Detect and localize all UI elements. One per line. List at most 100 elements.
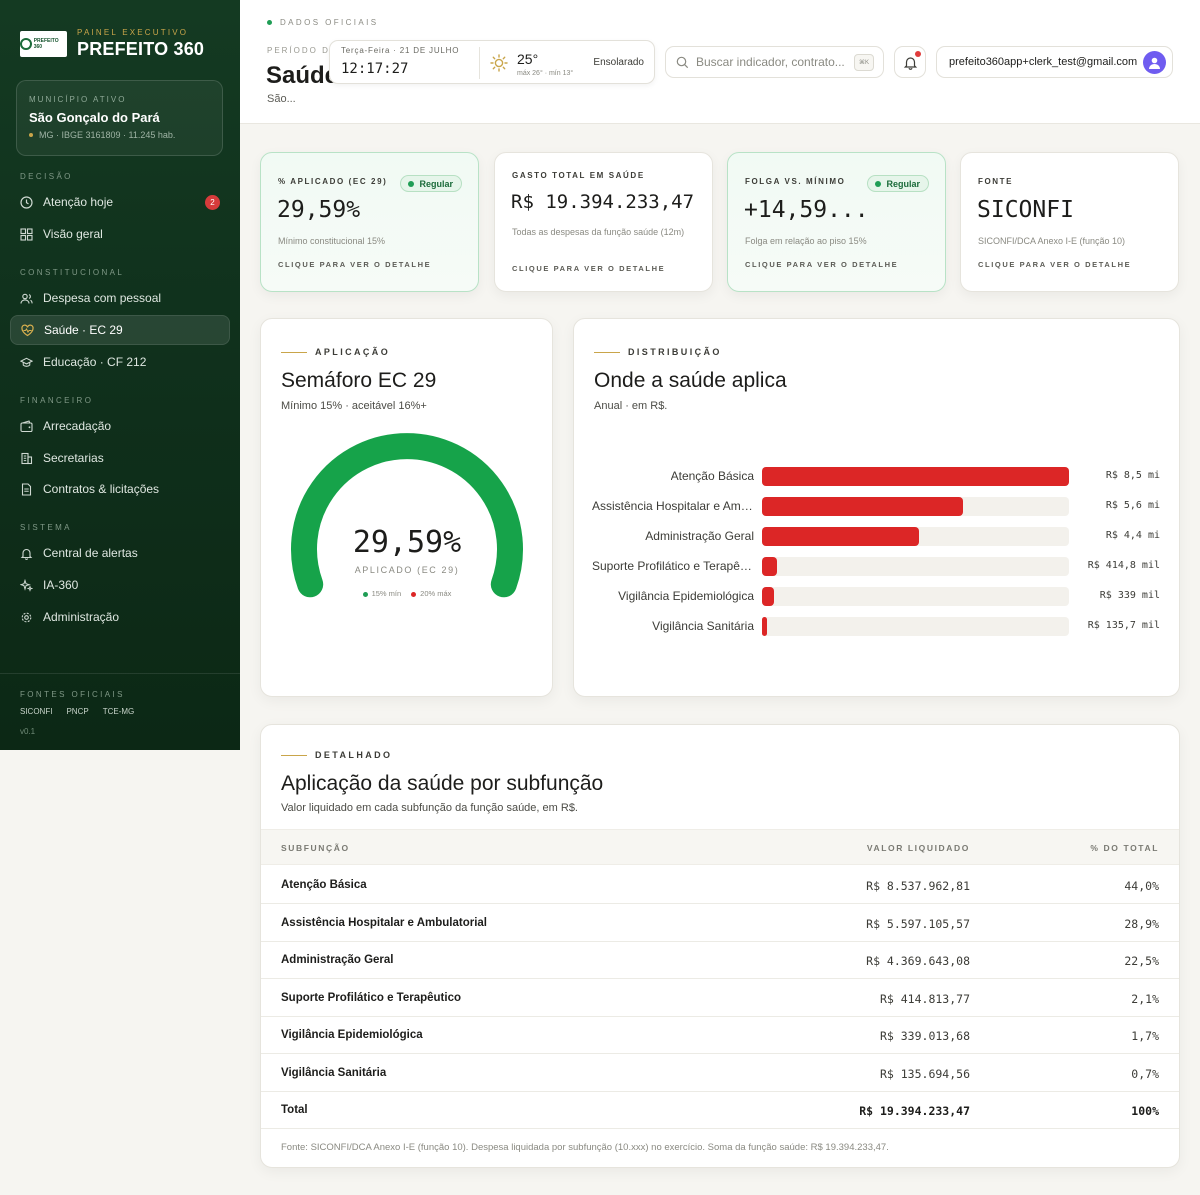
temperature-range: máx 26° · mín 13°	[517, 70, 574, 77]
brand-logo: PREFEITO 360	[20, 31, 67, 57]
bar-row[interactable]: Vigilância Epidemiológica R$ 339 mil	[574, 584, 1180, 614]
table-row[interactable]: Suporte Profilático e Terapêutico R$ 414…	[261, 979, 1179, 1017]
section-kicker: APLICAÇÃO	[281, 347, 390, 357]
nav-section-financeiro: FINANCEIRO	[20, 396, 94, 405]
bar-row[interactable]: Atenção Básica R$ 8,5 mi	[574, 464, 1180, 494]
bar-track	[762, 557, 1069, 576]
sidebar-item-educacao[interactable]: Educação · CF 212	[10, 347, 230, 377]
bar-label: Atenção Básica	[670, 469, 754, 483]
cell-subfuncao: Administração Geral	[281, 954, 394, 966]
bar-row[interactable]: Assistência Hospitalar e Amb... R$ 5,6 mi	[574, 494, 1180, 524]
fontes-kicker: FONTES OFICIAIS	[20, 690, 125, 699]
kpi-card-fonte[interactable]: FONTE SICONFI SICONFI/DCA Anexo I-E (fun…	[960, 152, 1179, 292]
graduation-cap-icon	[20, 356, 33, 369]
kpi-detail-link[interactable]: CLIQUE PARA VER O DETALHE	[278, 260, 431, 269]
cell-percent: 44,0%	[1124, 879, 1159, 893]
municipality-card[interactable]: MUNICÍPIO ATIVO São Gonçalo do Pará MG ·…	[16, 80, 223, 156]
sidebar-item-label: Educação · CF 212	[43, 355, 147, 369]
bar-row[interactable]: Administração Geral R$ 4,4 mi	[574, 524, 1180, 554]
date-weather-widget: Terça-Feira · 21 DE JULHO 12:17:27 25° m…	[329, 40, 655, 84]
cell-subfuncao: Vigilância Sanitária	[281, 1067, 387, 1079]
kpi-description: Folga em relação ao piso 15%	[745, 236, 867, 246]
bar-track	[762, 617, 1069, 636]
sidebar-item-label: Secretarias	[43, 451, 104, 465]
column-header-valor[interactable]: VALOR LIQUIDADO	[867, 843, 970, 853]
sidebar-item-contratos[interactable]: Contratos & licitações	[10, 474, 230, 504]
section-title: Aplicação da saúde por subfunção	[281, 772, 604, 795]
sidebar-item-label: Visão geral	[43, 227, 103, 241]
brand-name: PREFEITO 360	[77, 39, 205, 59]
kpi-detail-link[interactable]: CLIQUE PARA VER O DETALHE	[978, 260, 1131, 269]
search-icon	[676, 56, 689, 68]
page-subtitle: São...	[267, 93, 296, 105]
cell-total-label: Total	[281, 1104, 308, 1116]
sidebar-item-arrecadacao[interactable]: Arrecadação	[10, 411, 230, 441]
header: DADOS OFICIAIS PERÍODO DE Saúde São... T…	[240, 0, 1200, 124]
table-row[interactable]: Administração Geral R$ 4.369.643,08 22,5…	[261, 941, 1179, 979]
bar-row[interactable]: Suporte Profilático e Terapêu... R$ 414,8…	[574, 554, 1180, 584]
table-row[interactable]: Vigilância Sanitária R$ 135.694,56 0,7%	[261, 1054, 1179, 1092]
table-row[interactable]: Vigilância Epidemiológica R$ 339.013,68 …	[261, 1016, 1179, 1054]
brand[interactable]: PREFEITO 360 PAINEL EXECUTIVO PREFEITO 3…	[20, 28, 204, 60]
column-header-percent[interactable]: % DO TOTAL	[1090, 843, 1159, 853]
cell-valor: R$ 135.694,56	[879, 1067, 970, 1081]
sidebar-item-label: Saúde · EC 29	[44, 323, 123, 337]
bell-icon	[903, 56, 917, 70]
user-menu[interactable]: prefeito360app+clerk_test@gmail.com	[936, 46, 1173, 78]
brand-kicker: PAINEL EXECUTIVO	[77, 28, 189, 37]
cell-valor: R$ 8.537.962,81	[866, 879, 970, 893]
kpi-card-folga[interactable]: FOLGA VS. MÍNIMO Regular +14,59... Folga…	[727, 152, 946, 292]
column-header-subfuncao[interactable]: SUBFUNÇÃO	[281, 843, 350, 853]
kpi-detail-link[interactable]: CLIQUE PARA VER O DETALHE	[745, 260, 898, 269]
bar	[762, 587, 775, 606]
app-version: v0.1	[20, 727, 36, 736]
municipality-meta: MG · IBGE 3161809 · 11.245 hab.	[29, 130, 210, 140]
kpi-value: 29,59%	[277, 197, 361, 223]
section-kicker: DETALHADO	[281, 750, 392, 760]
notifications-button[interactable]	[894, 46, 926, 78]
page-title: Saúde	[266, 62, 339, 89]
sidebar-item-visao-geral[interactable]: Visão geral	[10, 219, 230, 249]
kpi-card-gasto-total[interactable]: GASTO TOTAL EM SAÚDE R$ 19.394.233,47 To…	[494, 152, 713, 292]
kpi-detail-link[interactable]: CLIQUE PARA VER O DETALHE	[512, 264, 665, 273]
sidebar: PREFEITO 360 PAINEL EXECUTIVO PREFEITO 3…	[0, 0, 240, 750]
cell-total-percent: 100%	[1131, 1104, 1159, 1118]
table-row[interactable]: Assistência Hospitalar e Ambulatorial R$…	[261, 904, 1179, 942]
sidebar-item-ia-360[interactable]: IA-360	[10, 570, 230, 600]
bar-value-label: R$ 414,8 mil	[1087, 560, 1160, 571]
kpi-card-aplicado[interactable]: % APLICADO (EC 29) Regular 29,59% Mínimo…	[260, 152, 479, 292]
bar-value-label: R$ 339 mil	[1099, 590, 1160, 601]
bar-row[interactable]: Vigilância Sanitária R$ 135,7 mil	[574, 614, 1180, 644]
kpi-description: Todas as despesas da função saúde (12m)	[512, 227, 685, 237]
section-subtitle: Anual · em R$.	[594, 400, 668, 412]
sidebar-item-administracao[interactable]: Administração	[10, 602, 230, 632]
cell-percent: 22,5%	[1124, 954, 1159, 968]
status-badge: Regular	[867, 175, 929, 192]
bell-icon	[20, 547, 33, 560]
heart-pulse-icon	[21, 324, 34, 337]
temperature: 25°	[517, 51, 539, 67]
kpi-kicker: GASTO TOTAL EM SAÚDE	[512, 171, 645, 180]
nav-section-constitucional: CONSTITUCIONAL	[20, 268, 125, 277]
gauge-label: APLICADO (EC 29)	[354, 565, 460, 575]
sidebar-item-label: Central de alertas	[43, 546, 138, 560]
cell-valor: R$ 414.813,77	[879, 992, 970, 1006]
clock: 12:17:27	[341, 61, 409, 77]
section-subtitle: Valor liquidado em cada subfunção da fun…	[281, 802, 578, 814]
status-badge: Regular	[400, 175, 462, 192]
search-input[interactable]: Buscar indicador, contrato... ⌘K	[665, 46, 884, 78]
clock-icon	[20, 195, 33, 209]
sidebar-item-secretarias[interactable]: Secretarias	[10, 443, 230, 473]
sidebar-item-atencao-hoje[interactable]: Atenção hoje 2	[10, 187, 230, 217]
bar-value-label: R$ 5,6 mi	[1105, 500, 1160, 511]
cell-subfuncao: Suporte Profilático e Terapêutico	[281, 992, 461, 1004]
sidebar-divider	[0, 673, 240, 674]
sidebar-item-central-alertas[interactable]: Central de alertas	[10, 538, 230, 568]
table-row[interactable]: Atenção Básica R$ 8.537.962,81 44,0%	[261, 866, 1179, 904]
fonte-item: SICONFI	[20, 707, 53, 716]
bar-track	[762, 587, 1069, 606]
user-icon	[1149, 57, 1160, 69]
sidebar-item-despesa-pessoal[interactable]: Despesa com pessoal	[10, 283, 230, 313]
sidebar-item-saude-ec29[interactable]: Saúde · EC 29	[10, 315, 230, 345]
cell-subfuncao: Vigilância Epidemiológica	[281, 1029, 423, 1041]
